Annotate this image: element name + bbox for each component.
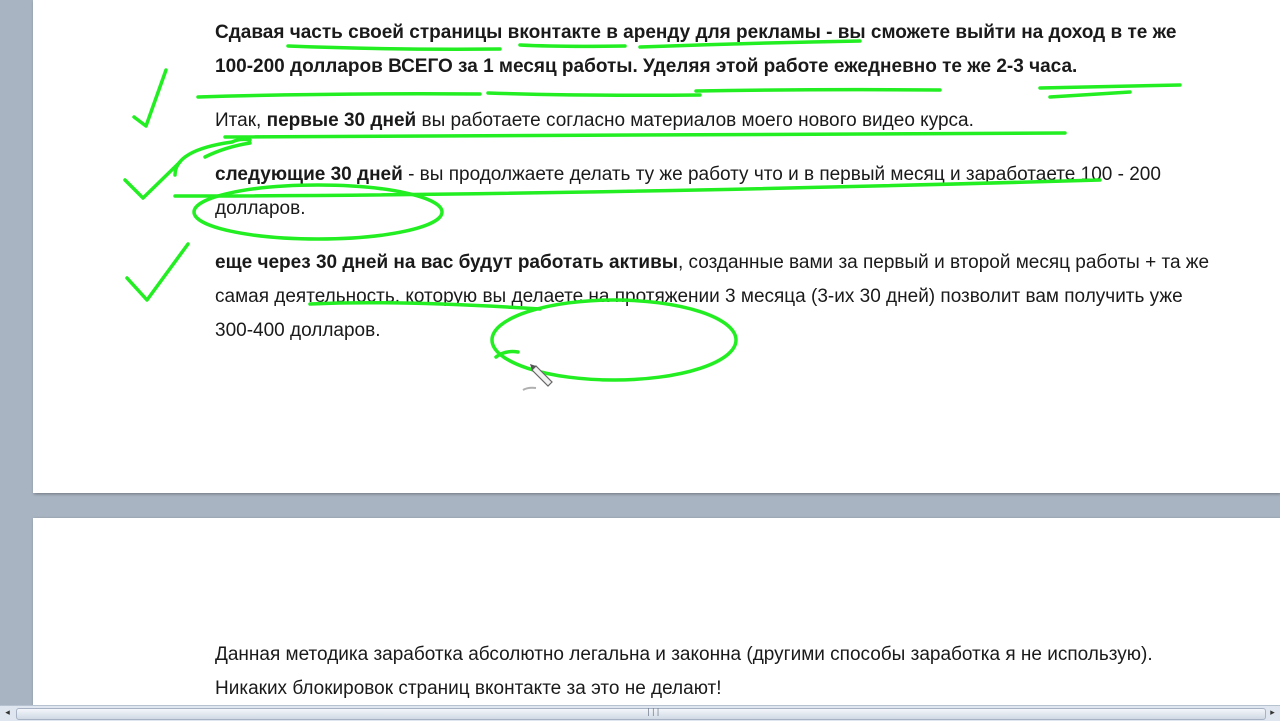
paragraph-first-30-days: Итак, первые 30 дней вы работаете соглас… [215,104,1215,138]
paragraph-after-30-days: еще через 30 дней на вас будут работать … [215,246,1215,348]
paragraph-text: - вы сможете выйти на доход в те же [820,22,1177,43]
paragraph-text-bold: первые 30 дней [266,110,417,131]
paragraph-text: Сдавая часть своей страницы вконтакте в … [215,22,821,43]
paragraph-text-bold: еще через 30 дней на вас будут работать … [215,252,678,273]
pen-cursor-icon [522,364,553,391]
paragraph-legality: Данная методика заработка абсолютно лега… [215,638,1215,706]
scroll-right-icon[interactable]: ▸ [1265,706,1280,721]
horizontal-scrollbar[interactable]: ◂ ||| ▸ [0,705,1280,721]
paragraph-next-30-days: следующие 30 дней - вы продолжаете делат… [215,158,1215,226]
paragraph-text: Данная методика заработка абсолютно лега… [215,644,1153,699]
paragraph-text-bold: следующие 30 дней [215,164,403,185]
scroll-left-icon[interactable]: ◂ [0,706,15,721]
scrollbar-thumb[interactable] [16,708,1266,720]
scrollbar-grip-icon: ||| [646,707,661,716]
paragraph-text: Итак, [215,110,267,131]
paragraph-text: вы работаете согласно материалов моего н… [416,110,974,131]
paragraph-text: 100-200 долларов ВСЕГО за 1 месяц работы… [215,56,1078,77]
paragraph-rent-page: Сдавая часть своей страницы вконтакте в … [215,16,1215,84]
